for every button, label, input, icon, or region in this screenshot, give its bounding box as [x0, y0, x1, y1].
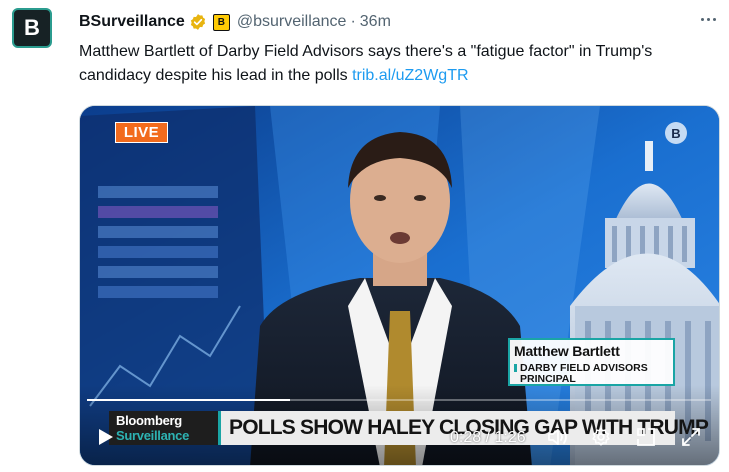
more-icon[interactable]	[697, 8, 719, 30]
time-separator: /	[481, 429, 495, 446]
verified-badge-icon[interactable]	[189, 13, 207, 31]
ticker-brand-bottom: Surveillance	[116, 428, 189, 443]
fullscreen-icon[interactable]	[680, 426, 702, 448]
display-name[interactable]: BSurveillance	[79, 13, 185, 31]
progress-fill	[87, 399, 291, 401]
ticker-brand-top: Bloomberg	[116, 413, 182, 428]
lower-third-name: Matthew Bartlett	[514, 343, 620, 359]
duration: 1:26	[494, 429, 526, 446]
account-avatar[interactable]: B	[12, 8, 52, 48]
tweet-text: Matthew Bartlett of Darby Field Advisors…	[79, 40, 709, 88]
timecode: 0:28 / 1:26	[450, 429, 526, 447]
affiliate-badge[interactable]: B	[212, 13, 230, 31]
volume-icon[interactable]	[546, 427, 570, 447]
lower-third-title: DARBY FIELD ADVISORS PRINCIPAL	[514, 363, 660, 385]
tweet-timestamp[interactable]: 36m	[360, 13, 391, 31]
settings-icon[interactable]	[590, 426, 612, 448]
ticker-brand: Bloomberg Surveillance	[109, 411, 218, 445]
tweet-link[interactable]: trib.al/uZ2WgTR	[352, 67, 468, 84]
lower-third: Matthew Bartlett DARBY FIELD ADVISORS PR…	[508, 338, 675, 386]
progress-bar[interactable]	[87, 399, 711, 401]
account-handle[interactable]: @bsurveillance	[237, 13, 347, 31]
channel-logo: B	[665, 122, 687, 144]
live-badge: LIVE	[115, 122, 168, 143]
play-icon[interactable]	[94, 426, 116, 448]
avatar-letter: B	[24, 15, 40, 40]
current-time: 0:28	[450, 429, 482, 446]
lower-third-title-text: DARBY FIELD ADVISORS PRINCIPAL	[520, 362, 648, 385]
header-separator: ·	[350, 13, 356, 30]
tweet-header: BSurveillance B @bsurveillance · 36m	[79, 11, 709, 33]
picture-in-picture-icon[interactable]	[635, 426, 657, 448]
